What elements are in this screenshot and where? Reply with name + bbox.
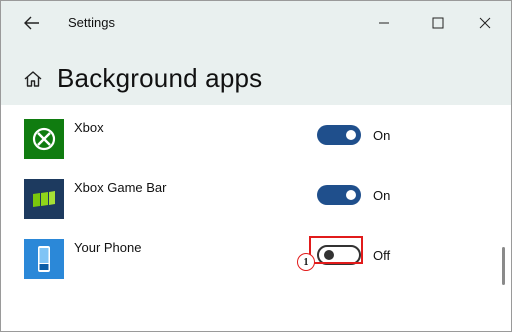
app-name: Xbox Game Bar: [74, 180, 167, 195]
close-icon: [479, 17, 491, 29]
title-bar: Settings: [1, 1, 511, 45]
toggle-knob: [346, 190, 356, 200]
minimize-button[interactable]: [372, 11, 396, 35]
xbox-game-bar-toggle[interactable]: [317, 185, 361, 205]
toggle-state-label: On: [373, 128, 391, 143]
close-button[interactable]: [473, 11, 497, 35]
xbox-logo-icon: [24, 119, 64, 159]
home-icon[interactable]: [23, 69, 43, 89]
list-item-xbox-game-bar: Xbox Game Bar On: [1, 171, 511, 231]
step-number-badge: 1: [297, 253, 315, 271]
toggle-knob: [346, 130, 356, 140]
toggle-state-label: On: [373, 188, 391, 203]
app-name: Xbox: [74, 120, 104, 135]
xbox-game-bar-icon: [24, 179, 64, 219]
maximize-icon: [432, 17, 444, 29]
back-arrow-icon: [24, 16, 39, 30]
back-button[interactable]: [21, 13, 43, 33]
annotation-highlight-box: [309, 236, 363, 264]
scrollbar[interactable]: [502, 247, 505, 285]
list-item-your-phone: Your Phone Off: [1, 231, 511, 291]
list-item-xbox: Xbox On: [1, 111, 511, 171]
app-name: Your Phone: [74, 240, 142, 255]
settings-window: Settings Background apps Xbox On Xbox Ga…: [0, 0, 512, 332]
page-title: Background apps: [57, 63, 263, 93]
maximize-button[interactable]: [426, 11, 450, 35]
toggle-state-label: Off: [373, 248, 391, 263]
app-title: Settings: [68, 15, 115, 30]
background-apps-list: Xbox On Xbox Game Bar On Your Phone Off: [1, 105, 511, 331]
phone-icon: [24, 239, 64, 279]
xbox-toggle[interactable]: [317, 125, 361, 145]
minimize-icon: [379, 22, 389, 24]
